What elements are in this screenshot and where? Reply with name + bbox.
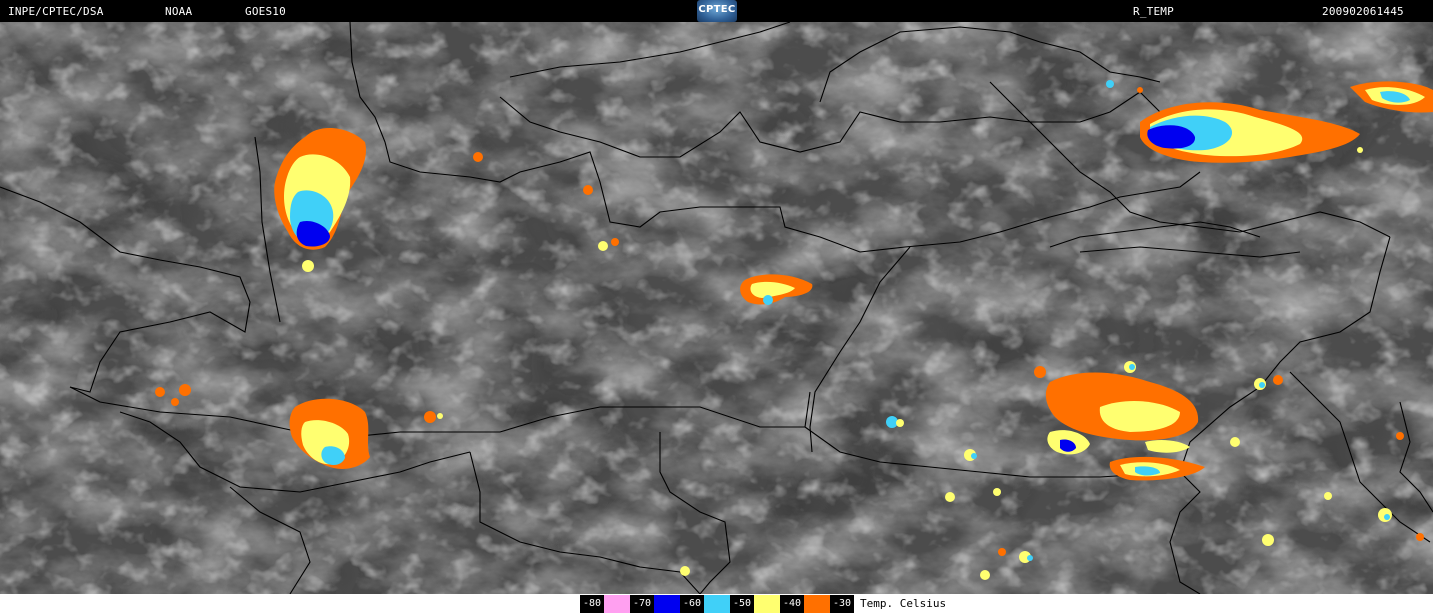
timestamp-label: 200902061445 bbox=[1322, 5, 1404, 18]
legend-swatch-60 bbox=[704, 595, 730, 613]
legend-value-30: -30 bbox=[830, 595, 854, 613]
legend-swatch-80 bbox=[604, 595, 630, 613]
legend-value-60: -60 bbox=[680, 595, 704, 613]
cptec-logo: CPTEC bbox=[697, 0, 737, 22]
infrared-image bbox=[0, 22, 1433, 594]
legend-swatch-40 bbox=[804, 595, 830, 613]
legend-value-70: -70 bbox=[630, 595, 654, 613]
logo-text: CPTEC bbox=[698, 4, 736, 15]
satellite-image-viewer: INPE/CPTEC/DSA NOAA GOES10 CPTEC R_TEMP … bbox=[0, 0, 1433, 614]
satellite-label: GOES10 bbox=[245, 5, 286, 18]
legend-swatch-70 bbox=[654, 595, 680, 613]
satellite-map bbox=[0, 22, 1433, 594]
legend-value-80: -80 bbox=[580, 595, 604, 613]
legend-unit-label: Temp. Celsius bbox=[860, 597, 947, 610]
legend-value-50: -50 bbox=[730, 595, 754, 613]
header-bar: INPE/CPTEC/DSA NOAA GOES10 CPTEC R_TEMP … bbox=[0, 0, 1433, 22]
temperature-legend: -80 -70 -60 -50 -40 -30 Temp. Celsius bbox=[0, 594, 1433, 614]
source-label: INPE/CPTEC/DSA bbox=[8, 5, 104, 18]
legend-value-40: -40 bbox=[780, 595, 804, 613]
legend-swatch-50 bbox=[754, 595, 780, 613]
agency-label: NOAA bbox=[165, 5, 193, 18]
product-label: R_TEMP bbox=[1133, 5, 1174, 18]
